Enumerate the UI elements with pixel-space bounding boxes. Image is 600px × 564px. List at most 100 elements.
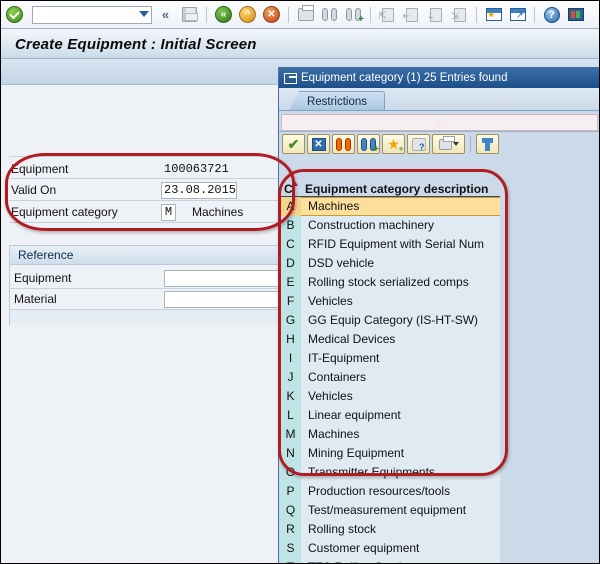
next-page-icon[interactable]: ⇣ [425, 4, 446, 25]
personal-value-list-button[interactable] [407, 134, 430, 154]
list-item-key: Q [280, 501, 301, 520]
list-item-key: J [280, 368, 301, 387]
field-valid-on-input[interactable]: 23.08.2015 [161, 182, 237, 199]
reference-panel-footer [10, 310, 284, 324]
list-item[interactable]: FVehicles [280, 292, 500, 311]
list-rows-container: AMachinesBConstruction machineryCRFID Eq… [280, 197, 500, 563]
list-item[interactable]: OTransmitter Equipments [280, 463, 500, 482]
form-divider-2 [9, 200, 285, 201]
toolbar-divider [206, 7, 207, 23]
find-button[interactable] [332, 134, 355, 154]
field-equipment-value[interactable]: 100063721 [161, 161, 233, 178]
dialog-title-bar: Equipment category (1) 25 Entries found [279, 68, 599, 88]
chevron-down-icon[interactable] [139, 11, 149, 17]
reference-field-material: Material [14, 290, 282, 308]
list-item-description: Mining Equipment [301, 444, 500, 463]
cancel-button[interactable]: ✕ [307, 134, 330, 154]
equipment-category-list[interactable]: C Equipment category description AMachin… [280, 180, 500, 563]
collapse-icon[interactable]: « [155, 4, 176, 25]
back-icon[interactable]: « [213, 4, 234, 25]
list-item[interactable]: KVehicles [280, 387, 500, 406]
list-item[interactable]: PProduction resources/tools [280, 482, 500, 501]
list-item[interactable]: MMachines [280, 425, 500, 444]
list-item[interactable]: DDSD vehicle [280, 254, 500, 273]
column-header-key: C [280, 182, 302, 196]
find-icon[interactable] [319, 4, 340, 25]
list-item-description: IT-Equipment [301, 349, 500, 368]
find-next-button[interactable] [357, 134, 380, 154]
list-item[interactable]: LLinear equipment [280, 406, 500, 425]
list-item-description: Machines [301, 425, 500, 444]
list-item-description: Containers [301, 368, 500, 387]
list-item[interactable]: SCustomer equipment [280, 539, 500, 558]
print-icon[interactable] [295, 4, 316, 25]
toolbar-divider [370, 7, 371, 23]
list-item-description: TTC Rolling Stock [301, 558, 500, 563]
exit-icon[interactable]: ^ [237, 4, 258, 25]
field-valid-on: Valid On 23.08.2015 [11, 181, 281, 199]
list-item-key: G [280, 311, 301, 330]
list-item[interactable]: ERolling stock serialized comps [280, 273, 500, 292]
dialog-window-icon [284, 73, 297, 84]
field-equipment-label: Equipment [11, 162, 161, 176]
list-item[interactable]: HMedical Devices [280, 330, 500, 349]
field-equipment-category-text: Machines [192, 205, 243, 219]
list-item-key: M [280, 425, 301, 444]
list-item[interactable]: GGG Equip Category (IS-HT-SW) [280, 311, 500, 330]
list-item-key: I [280, 349, 301, 368]
list-item[interactable]: QTest/measurement equipment [280, 501, 500, 520]
create-session-icon[interactable]: ✷ [483, 4, 504, 25]
dialog-toolbar: ✔ ✕ ★ [279, 131, 599, 156]
reference-equipment-input[interactable] [164, 270, 280, 287]
first-page-icon[interactable]: ⇱ [377, 4, 398, 25]
list-item-key: R [280, 520, 301, 539]
list-item-description: Rolling stock [301, 520, 500, 539]
insert-in-personal-list-button[interactable]: ★ [382, 134, 405, 154]
toolbar-divider [534, 7, 535, 23]
list-item-key: F [280, 292, 301, 311]
find-next-icon[interactable] [343, 4, 364, 25]
list-item[interactable]: JContainers [280, 368, 500, 387]
field-equipment-category-input[interactable]: M [161, 204, 176, 221]
save-icon[interactable] [179, 4, 200, 25]
tabstrip-underline [279, 110, 599, 111]
list-item-key: D [280, 254, 301, 273]
list-item-description: GG Equip Category (IS-HT-SW) [301, 311, 500, 330]
create-shortcut-icon[interactable]: ↗ [507, 4, 528, 25]
help-icon[interactable]: ? [541, 4, 562, 25]
list-item[interactable]: NMining Equipment [280, 444, 500, 463]
previous-page-icon[interactable]: ⇠ [401, 4, 422, 25]
restriction-filter-row[interactable] [281, 114, 598, 131]
copy-ok-button[interactable]: ✔ [282, 134, 305, 154]
page-title: Create Equipment : Initial Screen [15, 36, 257, 53]
tab-restrictions[interactable]: Restrictions [289, 91, 385, 111]
settings-button[interactable] [476, 134, 499, 154]
reference-material-input[interactable] [164, 291, 280, 308]
field-valid-on-label: Valid On [11, 183, 161, 197]
list-item-description: Linear equipment [301, 406, 500, 425]
list-item[interactable]: RRolling stock [280, 520, 500, 539]
field-equipment-category-label: Equipment category [11, 205, 161, 219]
list-item-key: O [280, 463, 301, 482]
list-item-description: Test/measurement equipment [301, 501, 500, 520]
reference-divider-1 [10, 288, 284, 289]
list-item[interactable]: CRFID Equipment with Serial Num [280, 235, 500, 254]
list-item-description: Vehicles [301, 292, 500, 311]
enter-ok-icon[interactable] [4, 4, 25, 25]
last-page-icon[interactable]: ⇲ [449, 4, 470, 25]
list-item[interactable]: TTTC Rolling Stock [280, 558, 500, 563]
list-item-description: RFID Equipment with Serial Num [301, 235, 500, 254]
list-column-header: C Equipment category description [280, 180, 500, 197]
print-button[interactable] [432, 134, 465, 154]
list-item[interactable]: BConstruction machinery [280, 216, 500, 235]
list-item[interactable]: AMachines [280, 197, 500, 216]
list-item[interactable]: IIT-Equipment [280, 349, 500, 368]
list-item-description: Production resources/tools [301, 482, 500, 501]
list-item-key: A [280, 197, 301, 216]
list-item-description: Machines [301, 197, 500, 216]
reference-equipment-label: Equipment [14, 271, 164, 285]
customize-layout-icon[interactable] [565, 4, 586, 25]
command-field[interactable] [32, 6, 152, 24]
reference-panel: Reference Equipment Material [9, 245, 285, 325]
cancel-icon[interactable]: ✕ [261, 4, 282, 25]
